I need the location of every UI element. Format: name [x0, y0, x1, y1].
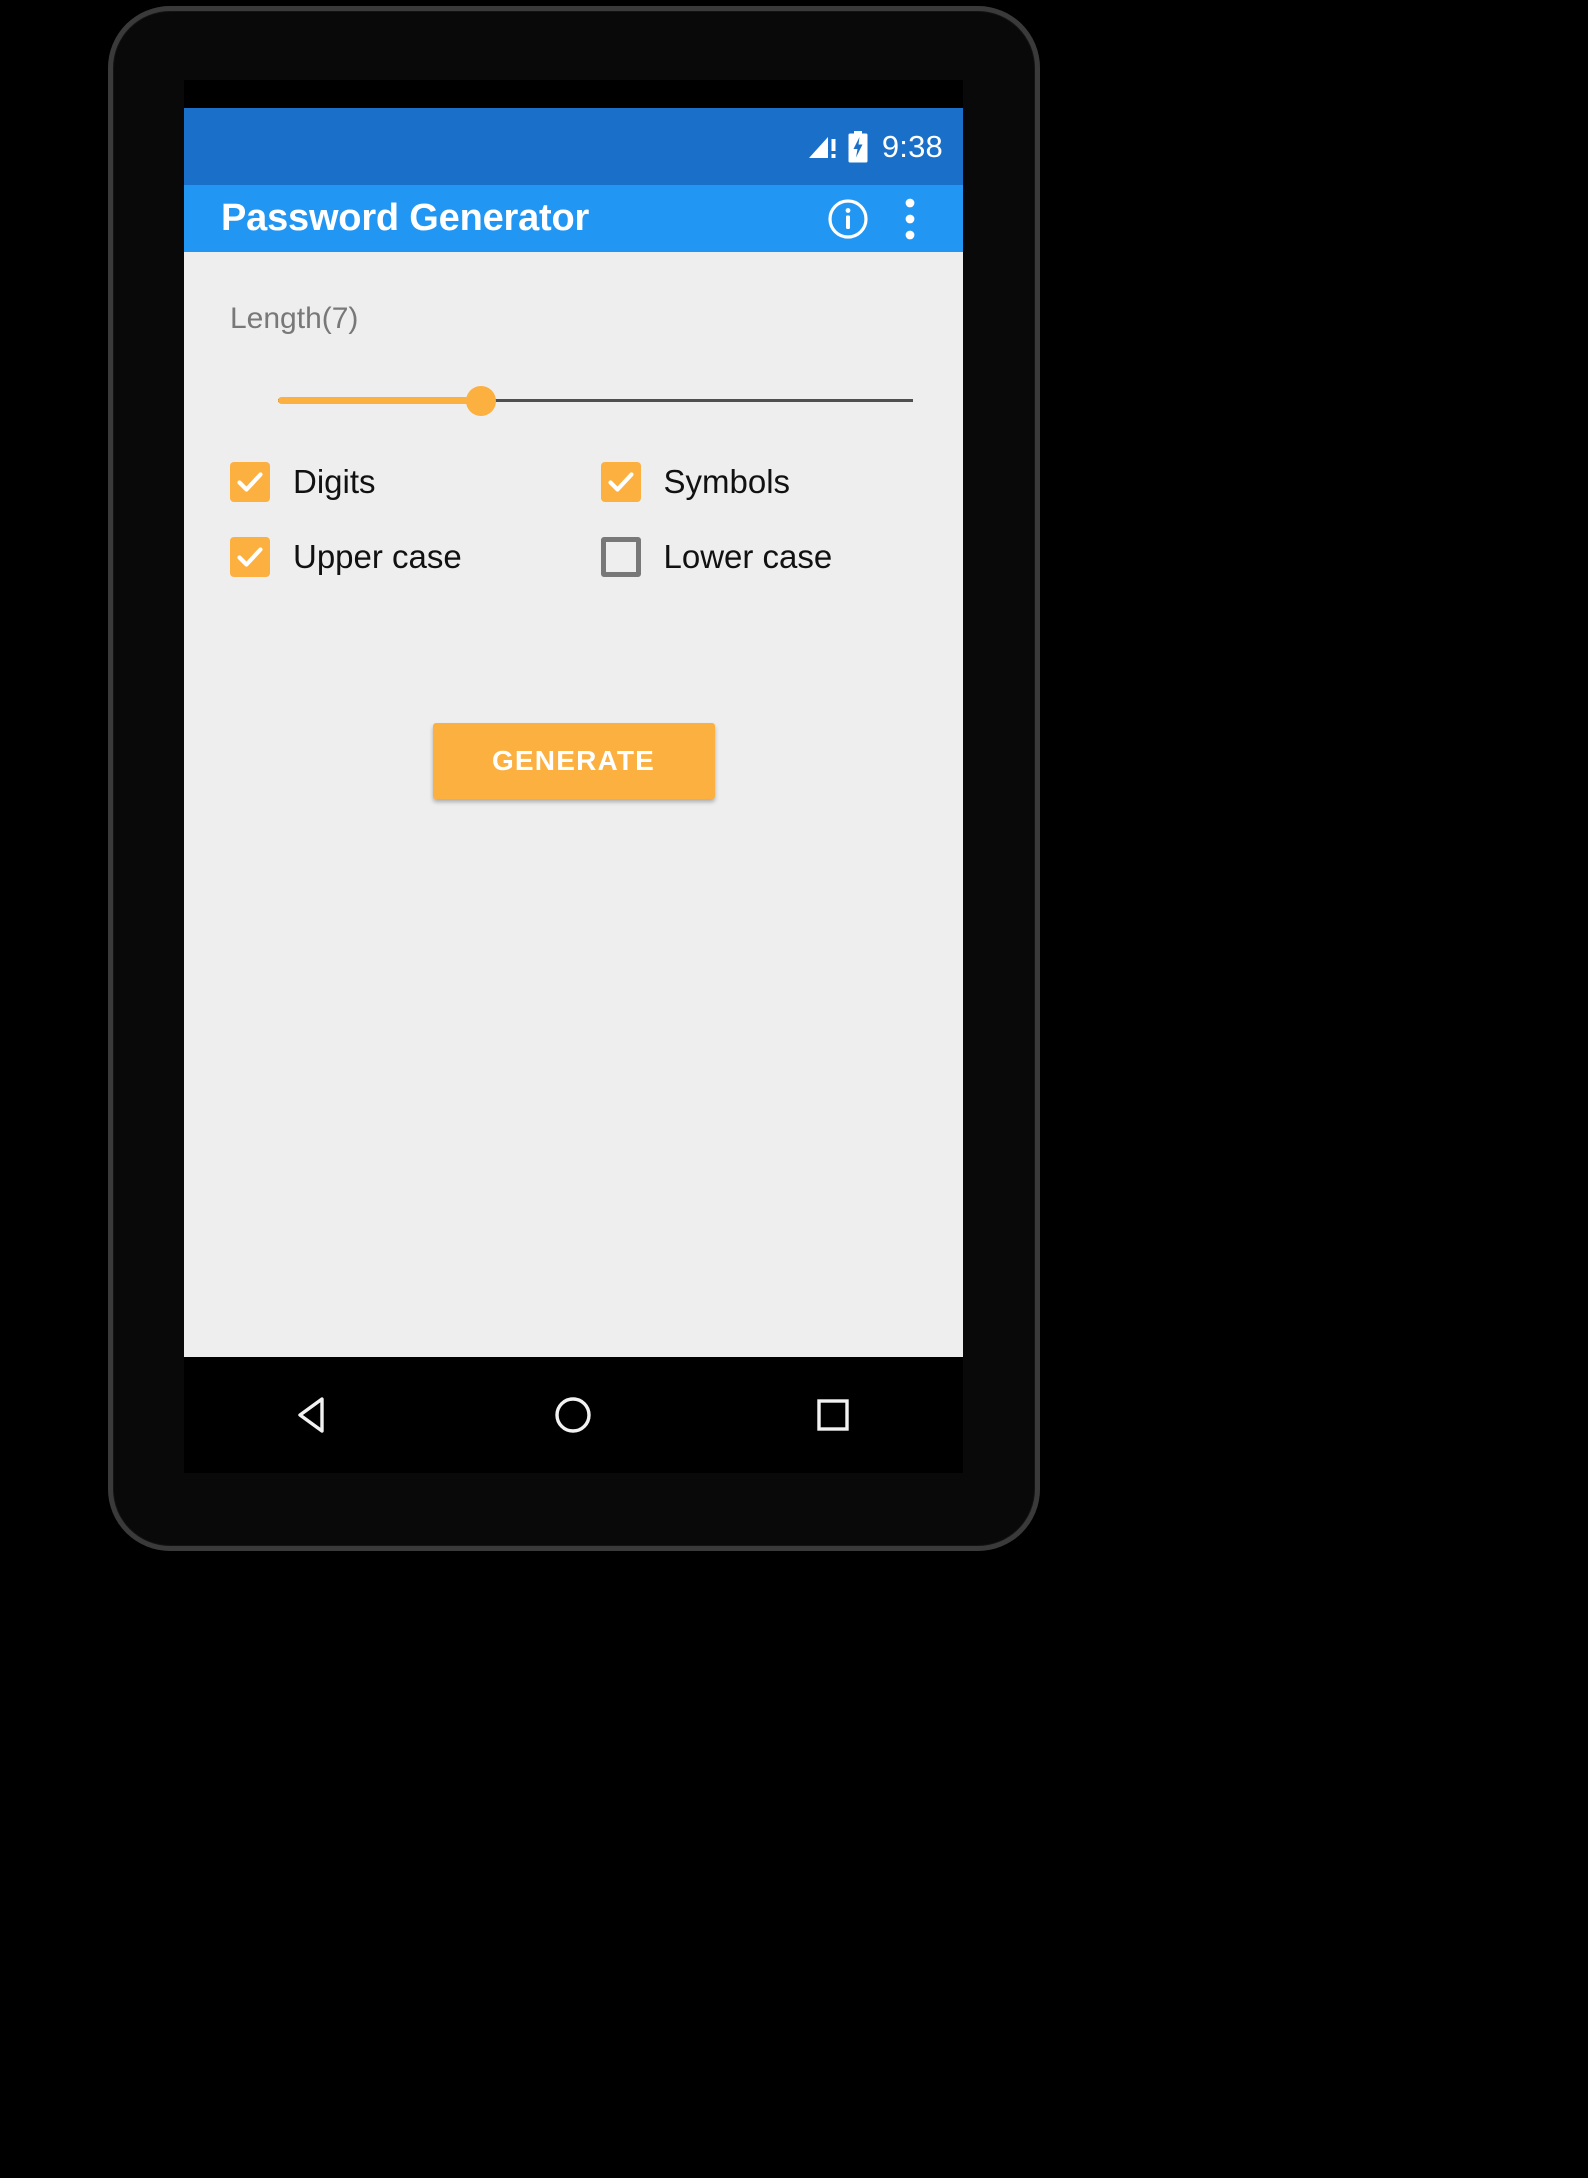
back-icon[interactable] [269, 1370, 359, 1460]
option-lower-case[interactable]: Lower case [574, 537, 918, 577]
checkbox-checked-icon[interactable] [230, 462, 270, 502]
info-icon[interactable] [817, 188, 879, 250]
option-digits[interactable]: Digits [230, 462, 574, 502]
slider-thumb[interactable] [466, 386, 497, 416]
app-bar: Password Generator [184, 185, 963, 252]
main-content: Length(7) Digits Symbols Upper case Lowe… [184, 252, 963, 1357]
option-label: Symbols [663, 463, 791, 500]
checkbox-checked-icon[interactable] [230, 537, 270, 577]
status-bar: 9:38 [184, 108, 963, 185]
slider-track-fill [278, 397, 482, 404]
length-label: Length(7) [230, 302, 359, 335]
length-slider[interactable] [232, 370, 913, 432]
status-bar-notch [184, 80, 963, 108]
overflow-menu-icon[interactable] [879, 188, 941, 250]
option-upper-case[interactable]: Upper case [230, 537, 574, 577]
option-label: Upper case [293, 538, 462, 575]
status-bar-clock: 9:38 [881, 128, 943, 164]
page-title: Password Generator [221, 197, 590, 239]
generate-button[interactable]: GENERATE [432, 723, 715, 799]
system-navigation-bar [184, 1357, 963, 1473]
options-grid: Digits Symbols Upper case Lower case [230, 462, 917, 577]
signal-cellular-alert-icon [808, 133, 838, 161]
option-label: Digits [293, 463, 376, 500]
battery-charging-icon [847, 130, 869, 163]
generate-button-container: GENERATE [230, 723, 917, 799]
recents-icon[interactable] [788, 1370, 878, 1460]
checkbox-checked-icon[interactable] [600, 462, 641, 502]
home-icon[interactable] [528, 1370, 618, 1460]
option-label: Lower case [663, 538, 833, 575]
phone-screen: 9:38 Password Generator Length(7) Digits… [184, 80, 963, 1357]
checkbox-unchecked-icon[interactable] [600, 537, 641, 577]
option-symbols[interactable]: Symbols [574, 462, 918, 502]
